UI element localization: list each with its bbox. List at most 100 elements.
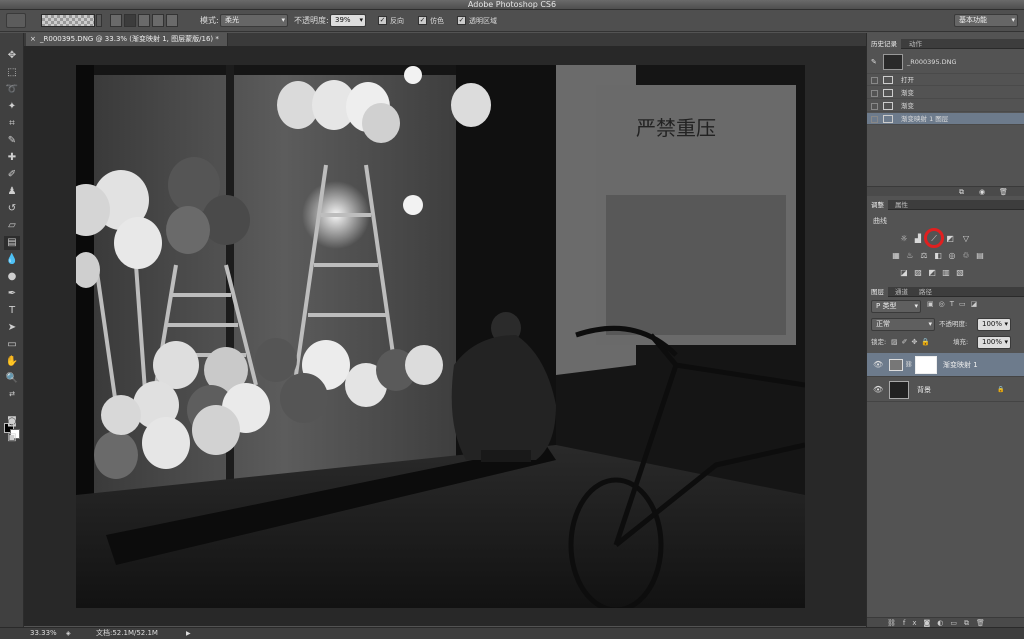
tab-channels[interactable]: 通道 [891, 287, 912, 297]
posterize-icon[interactable]: ▨ [913, 268, 923, 277]
reflected-gradient-icon[interactable] [152, 14, 164, 27]
history-item-label: 渐变 [901, 89, 914, 97]
document-tab[interactable]: × _R000395.DNG @ 33.3% (渐变映射 1, 图层蒙版/16)… [26, 33, 228, 46]
healing-brush-tool-icon[interactable]: ✚ [4, 151, 20, 165]
canvas-area[interactable]: 严禁重压 [24, 46, 866, 626]
mode-label: 模式: [200, 16, 219, 25]
history-item[interactable]: 渐变 [867, 100, 1024, 112]
brush-tool-icon[interactable]: ✐ [4, 168, 20, 182]
layer-filter-select[interactable]: P 类型 [871, 300, 921, 313]
eye-icon[interactable]: 👁 [873, 378, 883, 402]
gradient-map-icon[interactable]: ▥ [941, 268, 951, 277]
gradient-tool-preset-icon[interactable] [6, 13, 26, 28]
tab-actions[interactable]: 动作 [905, 39, 926, 49]
layer-name[interactable]: 背景 [917, 378, 931, 402]
opacity-input[interactable]: 39% [330, 14, 366, 27]
color-balance-icon[interactable]: ⚖ [919, 251, 929, 260]
layer-row-selected[interactable]: 👁 ⛓ 渐变映射 1 [867, 353, 1024, 377]
adjustments-title: 曲线 [873, 217, 887, 225]
brightness-contrast-icon[interactable]: ☼ [899, 234, 909, 243]
history-brush-source-box[interactable] [871, 77, 878, 84]
layer-opacity-input[interactable]: 100% [977, 318, 1011, 331]
history-item[interactable]: 打开 [867, 74, 1024, 86]
tab-history[interactable]: 历史记录 [867, 39, 901, 49]
screen-mode-icon[interactable]: ▣ [4, 431, 20, 445]
diamond-gradient-icon[interactable] [166, 14, 178, 27]
dodge-tool-icon[interactable]: ● [4, 270, 20, 284]
history-brush-source-box[interactable] [871, 116, 878, 123]
exposure-icon[interactable]: ◩ [945, 234, 955, 243]
gradient-picker-arrow-icon[interactable] [96, 14, 102, 27]
history-item-selected[interactable]: 渐变映射 1 图层 [867, 113, 1024, 125]
trash-icon[interactable]: 🗑 [999, 187, 1008, 197]
chain-link-icon[interactable]: ⛓ [905, 353, 913, 377]
gradient-tool-icon[interactable]: ▤ [4, 236, 20, 250]
camera-snapshot-icon[interactable]: ◉ [979, 187, 985, 197]
vibrance-icon[interactable]: ▦ [891, 251, 901, 260]
radial-gradient-icon[interactable] [124, 14, 136, 27]
history-brush-tool-icon[interactable]: ↺ [4, 202, 20, 216]
close-tab-icon[interactable]: × [30, 33, 36, 46]
blend-mode-select[interactable]: 正常 [871, 318, 935, 331]
eye-icon[interactable]: 👁 [873, 353, 883, 377]
invert-icon[interactable]: ◪ [899, 268, 909, 277]
move-tool-icon[interactable]: ✥ [4, 49, 20, 63]
fill-input[interactable]: 100% [977, 336, 1011, 349]
history-brush-source-box[interactable] [871, 90, 878, 97]
mode-select[interactable]: 柔光 [220, 14, 288, 27]
threshold-icon[interactable]: ◩ [927, 268, 937, 277]
angle-gradient-icon[interactable] [138, 14, 150, 27]
color-lookup-icon[interactable]: ▤ [975, 251, 985, 260]
tab-properties[interactable]: 属性 [891, 200, 912, 210]
reverse-checkbox[interactable]: ✓ [378, 16, 387, 25]
layer-row[interactable]: 👁 背景 🔒 [867, 378, 1024, 402]
history-item[interactable]: 渐变 [867, 87, 1024, 99]
eraser-tool-icon[interactable]: ▱ [4, 219, 20, 233]
right-panels: 历史记录 动作 ✎ _R000395.DNG 打开 渐变 渐变 渐变映射 1 图… [866, 33, 1024, 627]
zoom-level[interactable]: 33.33% [30, 628, 57, 639]
black-white-icon[interactable]: ◧ [933, 251, 943, 260]
marquee-tool-icon[interactable]: ⬚ [4, 66, 20, 80]
selective-color-icon[interactable]: ▧ [955, 268, 965, 277]
hue-saturation-icon[interactable]: ♨ [905, 251, 915, 260]
workspace-select[interactable]: 基本功能 [954, 14, 1018, 27]
gradient-preview[interactable] [41, 14, 95, 27]
history-state-icon [883, 115, 893, 123]
layers-footer-icons[interactable]: ⛓fx◙◐▭⧉🗑 [887, 618, 992, 628]
status-menu-arrow-icon[interactable]: ▶ [186, 628, 191, 639]
new-document-icon[interactable]: ⧉ [959, 187, 964, 197]
gradient-triangle-icon[interactable]: ▽ [961, 234, 971, 243]
clone-stamp-tool-icon[interactable]: ♟ [4, 185, 20, 199]
lasso-tool-icon[interactable]: ➰ [4, 83, 20, 97]
levels-icon[interactable]: ▟ [913, 234, 923, 243]
path-selection-tool-icon[interactable]: ➤ [4, 321, 20, 335]
blur-tool-icon[interactable]: 💧 [4, 253, 20, 267]
tab-layers[interactable]: 图层 [867, 287, 888, 297]
history-brush-source-box[interactable] [871, 103, 878, 110]
zoom-tool-icon[interactable]: 🔍 [4, 372, 20, 386]
type-tool-icon[interactable]: T [4, 304, 20, 318]
layer-filter-icons[interactable]: ▣◎T▭◪ [927, 300, 982, 308]
magic-wand-tool-icon[interactable]: ✦ [4, 100, 20, 114]
history-snapshot[interactable]: ✎ _R000395.DNG [867, 50, 1024, 74]
dither-checkbox[interactable]: ✓ [418, 16, 427, 25]
crop-tool-icon[interactable]: ⌗ [4, 117, 20, 131]
photo-filter-icon[interactable]: ◎ [947, 251, 957, 260]
status-share-icon[interactable]: ◈ [66, 628, 71, 639]
transparency-checkbox[interactable]: ✓ [457, 16, 466, 25]
channel-mixer-icon[interactable]: ♲ [961, 251, 971, 260]
linear-gradient-icon[interactable] [110, 14, 122, 27]
pen-tool-icon[interactable]: ✒ [4, 287, 20, 301]
swap-colors-icon[interactable]: ⇄ [4, 387, 20, 401]
layer-name[interactable]: 渐变映射 1 [943, 353, 978, 377]
photo-canvas[interactable]: 严禁重压 [76, 65, 805, 608]
tab-paths[interactable]: 路径 [915, 287, 936, 297]
shape-tool-icon[interactable]: ▭ [4, 338, 20, 352]
lock-icons[interactable]: ▨✐✥🔒 [891, 336, 934, 349]
tab-adjustments[interactable]: 调整 [867, 200, 888, 210]
quick-mask-icon[interactable]: ◙ [4, 415, 20, 429]
shop-light-1 [404, 66, 422, 84]
layer-mask-thumbnail[interactable] [915, 356, 937, 374]
eyedropper-tool-icon[interactable]: ✎ [4, 134, 20, 148]
hand-tool-icon[interactable]: ✋ [4, 355, 20, 369]
